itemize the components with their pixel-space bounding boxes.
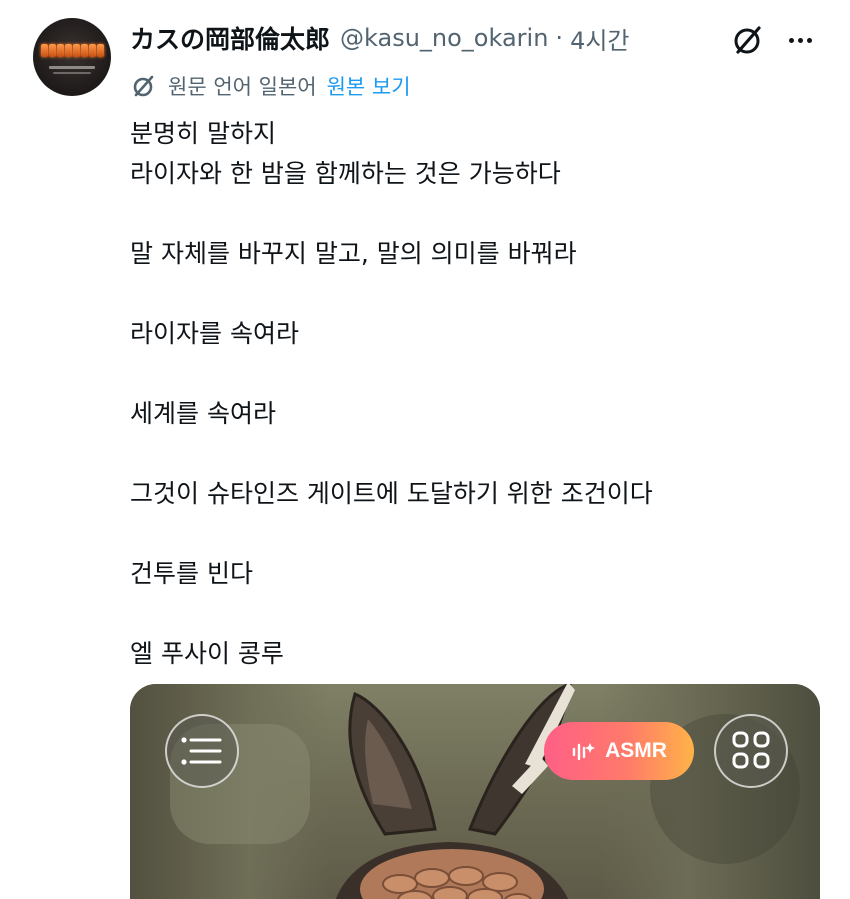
avatar-caption-2 <box>53 72 91 74</box>
post-text-line: 엘 푸사이 콩루 <box>130 639 284 668</box>
post-text-line: 라이자를 속여라 <box>130 319 299 348</box>
post-text-line: 그것이 슈타인즈 게이트에 도달하기 위한 조건이다 <box>130 479 653 508</box>
post-text-line: 말 자체를 바꾸지 말고, 말의 의미를 바꿔라 <box>130 239 577 268</box>
post-text: 분명히 말하지 라이자와 한 밤을 함께하는 것은 가능하다 말 자체를 바꾸지… <box>130 114 820 674</box>
media-preview[interactable]: ASMR <box>130 684 820 899</box>
show-original-link[interactable]: 원본 보기 <box>327 71 411 101</box>
asmr-badge-label: ASMR <box>605 739 667 762</box>
post-time[interactable]: 4시간 <box>570 21 629 56</box>
post: カスの岡部倫太郎 @kasu_no_okarin · 4시간 원문 언어 일본어… <box>0 0 850 899</box>
avatar-nixie-digits <box>39 44 105 58</box>
more-icon[interactable] <box>782 24 818 56</box>
post-text-line: 건투를 빈다 <box>130 559 253 588</box>
avatar[interactable] <box>33 18 111 96</box>
grid-button[interactable] <box>714 714 788 788</box>
post-text-line: 세계를 속여라 <box>130 399 276 428</box>
menu-button[interactable] <box>165 714 239 788</box>
grid-icon <box>732 731 770 769</box>
post-header: カスの岡部倫太郎 @kasu_no_okarin · 4시간 <box>130 20 630 56</box>
asmr-badge[interactable]: ASMR <box>544 722 694 780</box>
menu-icon <box>181 737 222 765</box>
post-text-line: 분명히 말하지 <box>130 119 276 148</box>
avatar-caption <box>49 66 95 69</box>
separator-dot: · <box>555 24 564 52</box>
user-handle[interactable]: @kasu_no_okarin <box>340 24 548 52</box>
display-name[interactable]: カスの岡部倫太郎 <box>130 20 330 56</box>
grok-icon[interactable] <box>728 20 768 60</box>
translation-line: 원문 언어 일본어 원본 보기 <box>130 70 411 102</box>
sound-wave-icon <box>572 743 596 761</box>
post-text-line: 라이자와 한 밤을 함께하는 것은 가능하다 <box>130 159 561 188</box>
translate-icon <box>133 75 154 97</box>
translation-source-label: 원문 언어 일본어 <box>168 75 317 99</box>
